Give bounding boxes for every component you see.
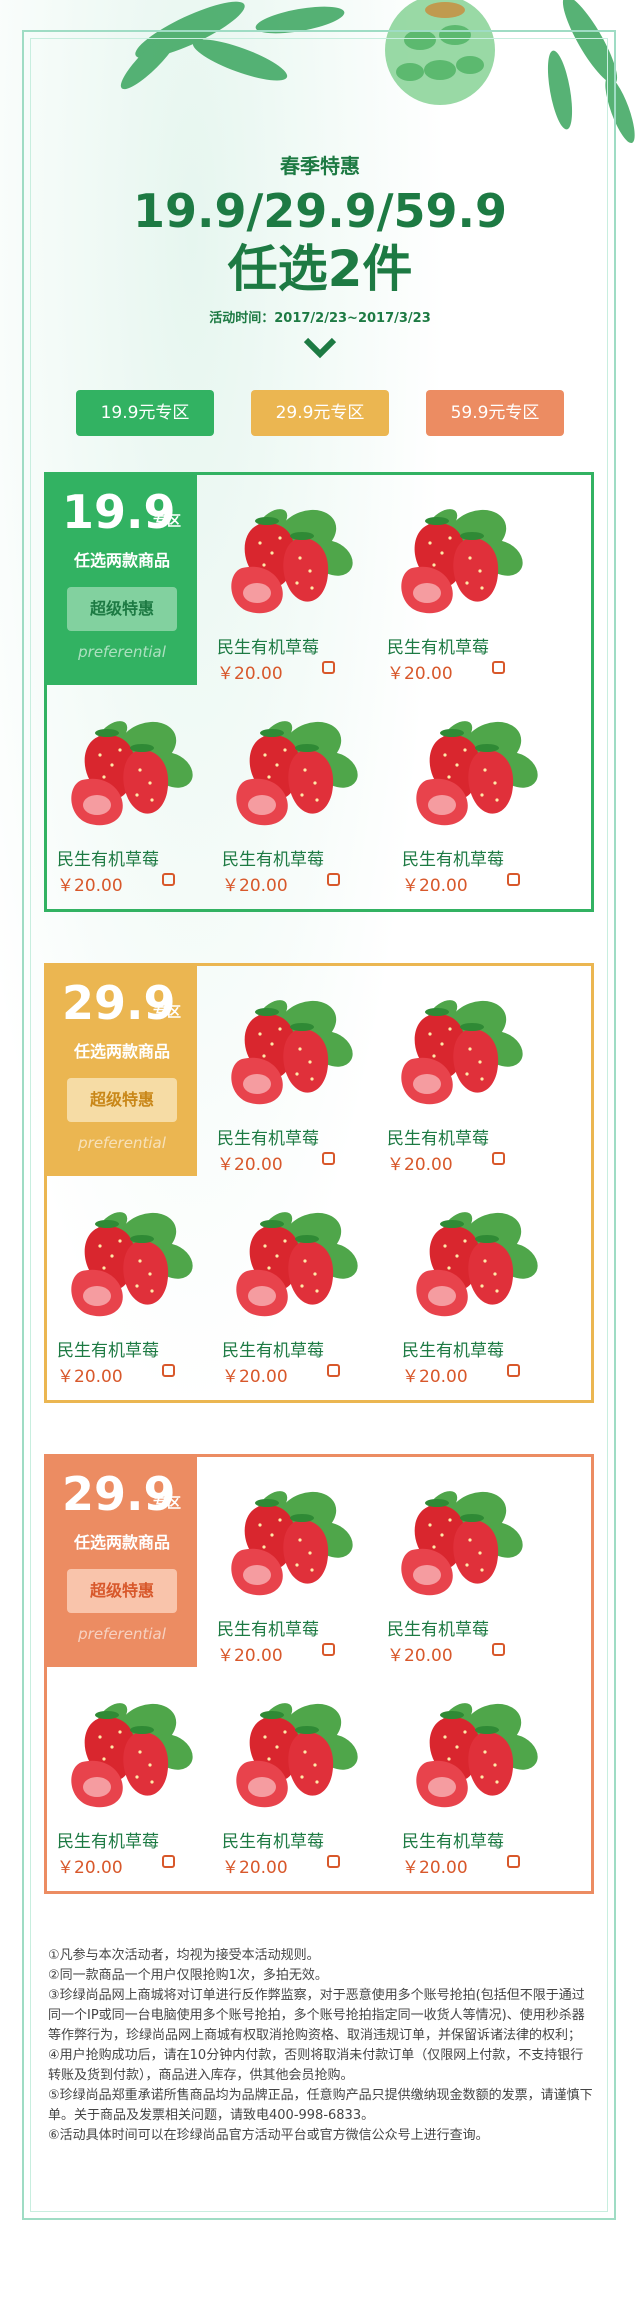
product-name: 民生有机草莓 <box>217 1620 319 1640</box>
product-price: ￥20.00 <box>402 1367 468 1387</box>
product-card[interactable]: 民生有机草莓 ￥20.00 <box>47 705 207 905</box>
rule-text: ⑥活动具体时间可以在珍绿尚品官方活动平台或官方微信公众号上进行查询。 <box>48 2128 489 2143</box>
product-name: 民生有机草莓 <box>222 1832 324 1852</box>
product-name: 民生有机草莓 <box>57 1341 159 1361</box>
product-price: ￥20.00 <box>57 1367 123 1387</box>
product-card[interactable]: 民生有机草莓 ￥20.00 <box>377 1475 537 1675</box>
select-checkbox[interactable] <box>162 1855 175 1868</box>
rule-text: ⑤珍绿尚品郑重承诺所售商品均为品牌正品，任意购产品只提供缴纳现金数额的发票，请谨… <box>48 2088 593 2123</box>
select-checkbox[interactable] <box>507 1855 520 1868</box>
select-checkbox[interactable] <box>492 661 505 674</box>
product-card[interactable]: 民生有机草莓 ￥20.00 <box>212 705 372 905</box>
product-card[interactable]: 民生有机草莓 ￥20.00 <box>377 984 537 1184</box>
product-name: 民生有机草莓 <box>387 638 489 658</box>
product-price: ￥20.00 <box>222 1858 288 1878</box>
select-checkbox[interactable] <box>322 661 335 674</box>
rule-text: ②同一款商品一个用户仅限抢购1次，多拍无效。 <box>48 1968 328 1983</box>
header-pick: 任选2件 <box>227 240 413 298</box>
product-card[interactable]: 民生有机草莓 ￥20.00 <box>392 1687 552 1887</box>
product-price: ￥20.00 <box>222 1367 288 1387</box>
product-price: ￥20.00 <box>57 1858 123 1878</box>
product-card[interactable]: 民生有机草莓 ￥20.00 <box>377 493 537 693</box>
rule-text: ①凡参与本次活动者，均视为接受本活动规则。 <box>48 1948 320 1963</box>
product-price: ￥20.00 <box>222 876 288 896</box>
tab-59-9-zone[interactable]: 59.9元专区 <box>426 390 564 436</box>
select-checkbox[interactable] <box>507 1364 520 1377</box>
product-name: 民生有机草莓 <box>57 850 159 870</box>
product-name: 民生有机草莓 <box>222 850 324 870</box>
select-checkbox[interactable] <box>162 873 175 886</box>
zone-pick-text: 任选两款商品 <box>73 1533 170 1552</box>
product-price: ￥20.00 <box>402 876 468 896</box>
product-name: 民生有机草莓 <box>57 1832 159 1852</box>
select-checkbox[interactable] <box>327 873 340 886</box>
preferential-text: preferential <box>78 1134 166 1152</box>
product-name: 民生有机草莓 <box>402 1832 504 1852</box>
product-card[interactable]: 民生有机草莓 ￥20.00 <box>392 1196 552 1396</box>
select-checkbox[interactable] <box>492 1152 505 1165</box>
preferential-text: preferential <box>78 1625 166 1643</box>
rule-text: ③珍绿尚品网上商城将对订单进行反作弊监察，对于恶意使用多个账号抢拍(包括但不限于… <box>48 1988 585 2043</box>
super-deal-badge[interactable]: 超级特惠 <box>67 587 177 631</box>
product-price: ￥20.00 <box>387 1646 453 1666</box>
zone-section-3: 29.9 专区 任选两款商品 超级特惠 preferential 民生有机草莓 … <box>44 1454 594 1894</box>
product-name: 民生有机草莓 <box>217 1129 319 1149</box>
preferential-text: preferential <box>78 643 166 661</box>
select-checkbox[interactable] <box>507 873 520 886</box>
chevron-down-icon <box>303 337 337 359</box>
product-card[interactable]: 民生有机草莓 ￥20.00 <box>207 984 367 1184</box>
product-card[interactable]: 民生有机草莓 ￥20.00 <box>212 1196 372 1396</box>
rule-text: ④用户抢购成功后，请在10分钟内付款，否则将取消未付款订单（仅限网上付款，不支持… <box>48 2048 584 2083</box>
zone-pick-text: 任选两款商品 <box>73 1042 170 1061</box>
product-name: 民生有机草莓 <box>387 1620 489 1640</box>
product-price: ￥20.00 <box>402 1858 468 1878</box>
select-checkbox[interactable] <box>492 1643 505 1656</box>
product-price: ￥20.00 <box>217 1646 283 1666</box>
select-checkbox[interactable] <box>322 1152 335 1165</box>
product-name: 民生有机草莓 <box>387 1129 489 1149</box>
product-card[interactable]: 民生有机草莓 ￥20.00 <box>47 1687 207 1887</box>
product-name: 民生有机草莓 <box>402 850 504 870</box>
header-prices: 19.9/29.9/59.9 <box>132 184 508 238</box>
zone-text: 专区 <box>153 514 181 530</box>
product-card[interactable]: 民生有机草莓 ￥20.00 <box>392 705 552 905</box>
product-name: 民生有机草莓 <box>402 1341 504 1361</box>
super-deal-badge[interactable]: 超级特惠 <box>67 1569 177 1613</box>
zone-pick-text: 任选两款商品 <box>73 551 170 570</box>
activity-time: 活动时间：2017/2/23~2017/3/23 <box>209 311 431 326</box>
product-price: ￥20.00 <box>387 664 453 684</box>
select-checkbox[interactable] <box>327 1855 340 1868</box>
tab-19-9-zone[interactable]: 19.9元专区 <box>76 390 214 436</box>
product-name: 民生有机草莓 <box>217 638 319 658</box>
super-deal-badge[interactable]: 超级特惠 <box>67 1078 177 1122</box>
zone-text: 专区 <box>153 1496 181 1512</box>
product-card[interactable]: 民生有机草莓 ￥20.00 <box>207 493 367 693</box>
zone-section-2: 29.9 专区 任选两款商品 超级特惠 preferential 民生有机草莓 … <box>44 963 594 1403</box>
product-card[interactable]: 民生有机草莓 ￥20.00 <box>212 1687 372 1887</box>
product-name: 民生有机草莓 <box>222 1341 324 1361</box>
zone-label-block: 29.9 专区 任选两款商品 超级特惠 preferential <box>47 1457 197 1667</box>
select-checkbox[interactable] <box>322 1643 335 1656</box>
header-subtitle: 春季特惠 <box>280 154 360 178</box>
activity-rules: ①凡参与本次活动者，均视为接受本活动规则。 ②同一款商品一个用户仅限抢购1次，多… <box>48 1946 594 2146</box>
zone-label-block: 19.9 专区 任选两款商品 超级特惠 preferential <box>47 475 197 685</box>
zone-section-1: 19.9 专区 任选两款商品 超级特惠 preferential 民生有机草莓 … <box>44 472 594 912</box>
product-price: ￥20.00 <box>217 1155 283 1175</box>
product-price: ￥20.00 <box>57 876 123 896</box>
product-card[interactable]: 民生有机草莓 ￥20.00 <box>207 1475 367 1675</box>
promo-header: 春季特惠 19.9/29.9/59.9 任选2件 活动时间：2017/2/23~… <box>0 150 640 326</box>
zone-text: 专区 <box>153 1005 181 1021</box>
select-checkbox[interactable] <box>327 1364 340 1377</box>
select-checkbox[interactable] <box>162 1364 175 1377</box>
zone-tabs: 19.9元专区 29.9元专区 59.9元专区 <box>0 390 640 440</box>
product-price: ￥20.00 <box>217 664 283 684</box>
product-card[interactable]: 民生有机草莓 ￥20.00 <box>47 1196 207 1396</box>
zone-label-block: 29.9 专区 任选两款商品 超级特惠 preferential <box>47 966 197 1176</box>
product-price: ￥20.00 <box>387 1155 453 1175</box>
tab-29-9-zone[interactable]: 29.9元专区 <box>251 390 389 436</box>
